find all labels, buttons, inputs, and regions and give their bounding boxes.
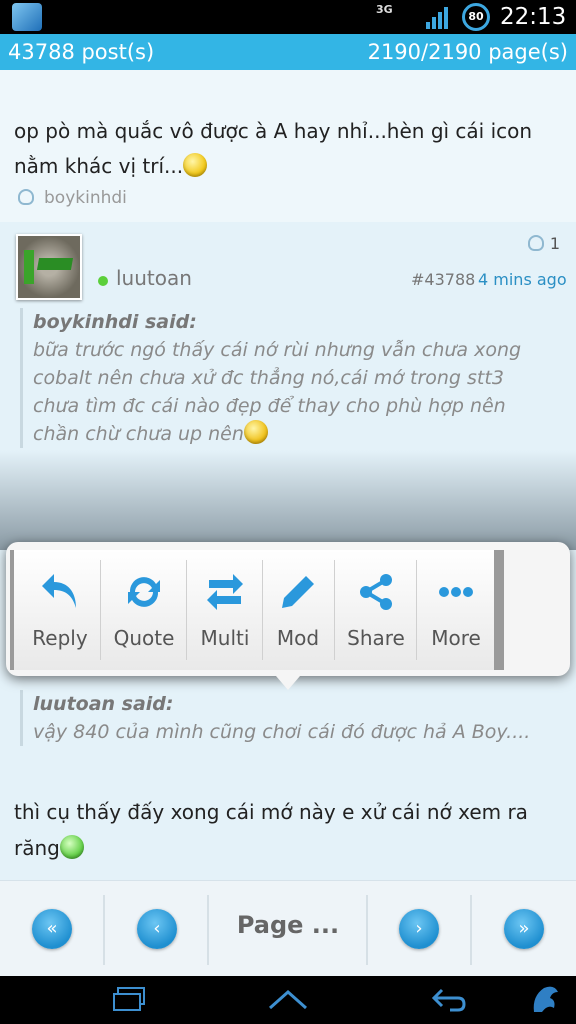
prev-page-button[interactable]: ‹ bbox=[137, 909, 177, 949]
reply-icon bbox=[42, 574, 76, 608]
avatar-logo-mark bbox=[36, 258, 74, 270]
quote-author: luutoan said: bbox=[33, 693, 174, 715]
chevron-left-icon: ‹ bbox=[153, 918, 161, 939]
share-button[interactable]: Share bbox=[336, 550, 416, 670]
last-page-icon: » bbox=[518, 918, 530, 939]
first-page-icon: « bbox=[46, 918, 58, 939]
back-icon[interactable] bbox=[430, 986, 466, 1012]
post-body: thì cụ thấy đấy xong cái mớ này e xử cái… bbox=[14, 794, 554, 866]
nav-divider bbox=[103, 895, 105, 965]
menu-divider bbox=[186, 560, 187, 660]
thanks-count-value: 1 bbox=[549, 234, 560, 253]
battery-level: 80 bbox=[468, 10, 484, 23]
more-button[interactable]: More bbox=[418, 550, 494, 670]
first-page-button[interactable]: « bbox=[32, 909, 72, 949]
online-status-icon bbox=[98, 276, 108, 286]
quote-button[interactable]: Quote bbox=[104, 550, 184, 670]
home-icon[interactable] bbox=[268, 986, 308, 1012]
multi-quote-button[interactable]: Multi bbox=[188, 550, 262, 670]
quote-icon bbox=[128, 577, 160, 607]
page-navigation: « ‹ Page ... › » bbox=[0, 880, 576, 977]
post-body: op pò mà quắc vô được à A hay nhỉ...hèn … bbox=[14, 114, 554, 184]
thanks-icon bbox=[18, 189, 34, 205]
multi-icon bbox=[207, 574, 243, 610]
quote-text: vậy 840 của mình cũng chơi cái đó được h… bbox=[33, 721, 531, 743]
share-label: Share bbox=[347, 626, 405, 650]
nav-divider bbox=[470, 895, 472, 965]
dragon-logo-icon bbox=[533, 986, 558, 1012]
reply-button[interactable]: Reply bbox=[20, 550, 100, 670]
more-icon bbox=[439, 587, 473, 597]
chevron-right-icon: › bbox=[415, 918, 423, 939]
post-action-menu: Reply Quote Multi Mod Share More bbox=[0, 540, 576, 690]
thread-info-bar: 43788 post(s) 2190/2190 page(s) bbox=[0, 34, 576, 70]
post-time: 4 mins ago bbox=[478, 270, 567, 289]
thanks-count[interactable]: 1 bbox=[527, 234, 560, 253]
grin-emoji-icon bbox=[59, 835, 84, 859]
menu-pointer bbox=[276, 676, 300, 690]
post-number: #43788 bbox=[411, 270, 476, 289]
nav-divider bbox=[366, 895, 368, 965]
post-author[interactable]: boykinhdi bbox=[44, 188, 127, 208]
nav-divider bbox=[207, 895, 209, 965]
wink-emoji-icon bbox=[183, 153, 208, 177]
quote-block: luutoan said: vậy 840 của mình cũng chơi… bbox=[20, 690, 563, 746]
app-notification-icon bbox=[12, 3, 42, 31]
menu-divider bbox=[416, 560, 417, 660]
quote-block: boykinhdi said: bữa trước ngó thấy cái n… bbox=[20, 308, 553, 448]
last-page-button[interactable]: » bbox=[504, 909, 544, 949]
thread-content[interactable]: op pò mà quắc vô được à A hay nhỉ...hèn … bbox=[0, 70, 576, 880]
quote-author: boykinhdi said: bbox=[33, 311, 197, 333]
avatar-logo-mark bbox=[24, 250, 34, 284]
menu-divider bbox=[100, 560, 101, 660]
quote-text: bữa trước ngó thấy cái nớ rùi nhưng vẫn … bbox=[33, 339, 522, 445]
menu-divider bbox=[262, 560, 263, 660]
mod-label: Mod bbox=[276, 626, 320, 650]
multi-label: Multi bbox=[200, 626, 250, 650]
share-icon bbox=[360, 574, 392, 610]
post-text: thì cụ thấy đấy xong cái mớ này e xử cái… bbox=[14, 800, 528, 860]
post[interactable]: op pò mà quắc vô được à A hay nhỉ...hèn … bbox=[0, 70, 576, 223]
system-nav-bar bbox=[0, 976, 576, 1024]
menu-scroll-right[interactable] bbox=[494, 550, 504, 670]
avatar[interactable] bbox=[16, 234, 82, 300]
reply-label: Reply bbox=[32, 626, 88, 650]
recent-apps-icon[interactable] bbox=[112, 986, 146, 1012]
next-page-button[interactable]: › bbox=[399, 909, 439, 949]
post-text: op pò mà quắc vô được à A hay nhỉ...hèn … bbox=[14, 119, 533, 178]
page-count[interactable]: 2190/2190 page(s) bbox=[368, 34, 568, 70]
mod-button[interactable]: Mod bbox=[264, 550, 332, 670]
clock: 22:13 bbox=[500, 4, 567, 30]
page-picker-button[interactable]: Page ... bbox=[210, 911, 366, 939]
quote-label: Quote bbox=[113, 626, 175, 650]
network-type-label: 3G bbox=[376, 3, 393, 16]
popup-shadow bbox=[0, 450, 576, 550]
more-label: More bbox=[431, 626, 481, 650]
menu-divider bbox=[334, 560, 335, 660]
battery-icon: 80 bbox=[462, 3, 490, 31]
post-author-row[interactable]: boykinhdi bbox=[18, 188, 127, 208]
post-count: 43788 post(s) bbox=[8, 40, 155, 64]
quote-text-wrap: bữa trước ngó thấy cái nớ rùi nhưng vẫn … bbox=[33, 336, 553, 448]
pencil-icon bbox=[282, 576, 314, 608]
thanks-icon bbox=[527, 235, 544, 251]
post-username[interactable]: luutoan bbox=[116, 266, 192, 290]
sad-emoji-icon bbox=[243, 420, 268, 444]
status-bar: 3G 80 22:13 bbox=[0, 0, 576, 34]
signal-icon bbox=[426, 7, 448, 29]
